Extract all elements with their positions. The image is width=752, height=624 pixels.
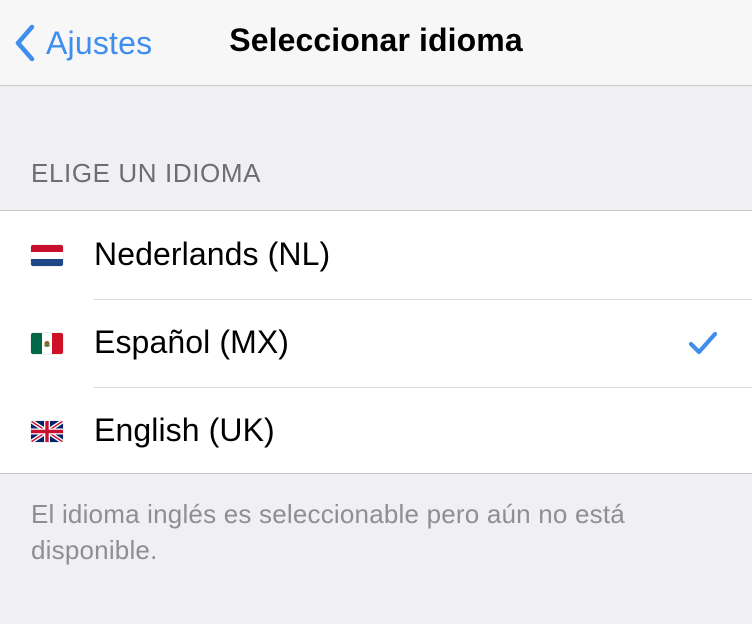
language-list: Nederlands (NL) Español (MX) English (UK… bbox=[0, 210, 752, 474]
language-label: Español (MX) bbox=[94, 324, 290, 360]
checkmark-icon bbox=[688, 331, 718, 355]
chevron-left-icon bbox=[15, 24, 35, 62]
navigation-bar: Ajustes Seleccionar idioma bbox=[0, 0, 752, 86]
language-row-espanol[interactable]: Español (MX) bbox=[0, 299, 752, 387]
footer-note: El idioma inglés es seleccionable pero a… bbox=[31, 499, 625, 565]
language-label: Nederlands (NL) bbox=[94, 236, 331, 272]
uk-flag-icon bbox=[31, 421, 63, 442]
back-button[interactable]: Ajustes bbox=[12, 20, 152, 66]
section-header: ELIGE UN IDIOMA bbox=[31, 158, 262, 188]
language-row-nederlands[interactable]: Nederlands (NL) bbox=[0, 211, 752, 299]
back-button-label: Ajustes bbox=[46, 24, 153, 61]
mexico-flag-icon bbox=[31, 333, 63, 354]
language-label: English (UK) bbox=[94, 412, 275, 448]
language-settings-screen: Ajustes Seleccionar idioma ELIGE UN IDIO… bbox=[0, 0, 752, 624]
netherlands-flag-icon bbox=[31, 245, 63, 266]
language-row-english[interactable]: English (UK) bbox=[0, 387, 752, 475]
